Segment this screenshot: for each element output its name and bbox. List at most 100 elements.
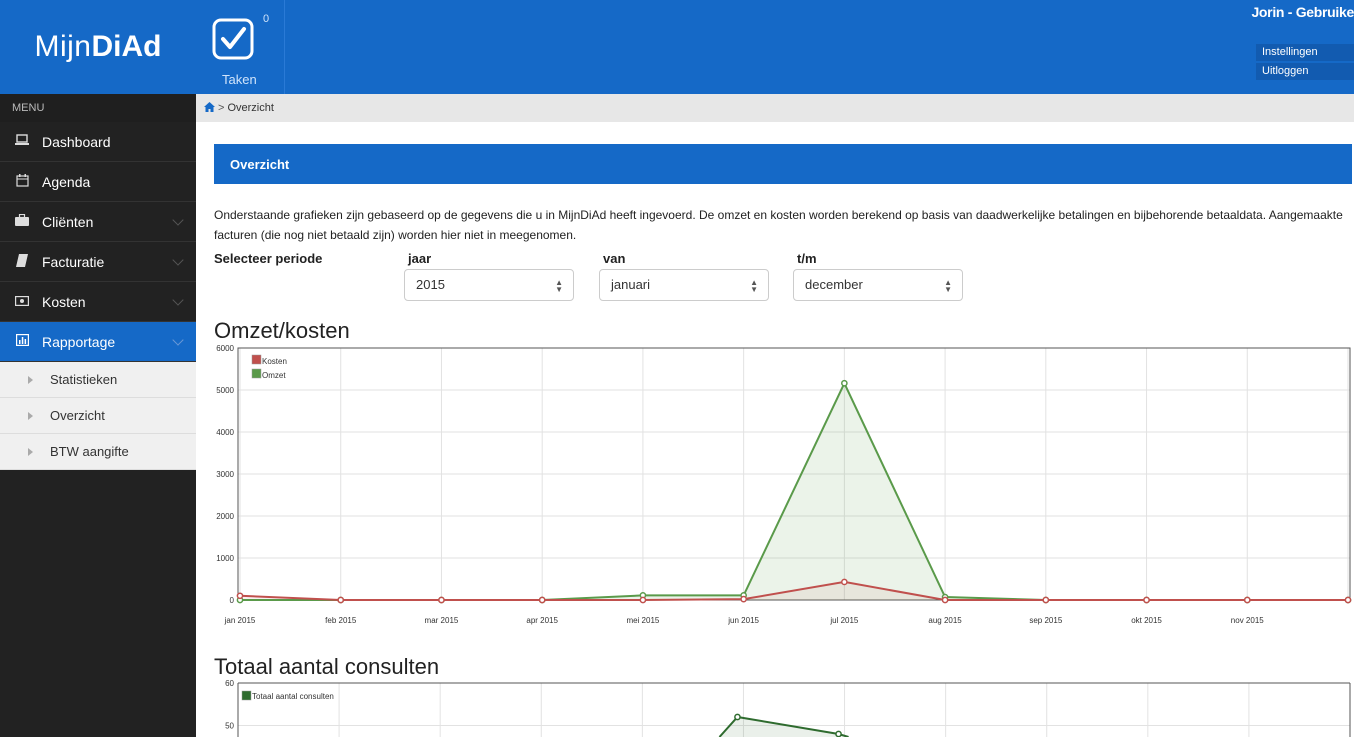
tasks-button[interactable]: 0 Taken	[212, 10, 280, 90]
submenu-item-btw-aangifte[interactable]: BTW aangifte	[0, 434, 196, 470]
select-arrows-icon: ▲ ▼	[944, 278, 952, 294]
data-point-kosten	[639, 596, 647, 604]
legend-label: Kosten	[262, 357, 287, 366]
logout-link[interactable]: Uitloggen	[1256, 63, 1354, 80]
x-tick-label: nov 2015	[1231, 616, 1264, 625]
sidebar-item-clienten[interactable]: Cliënten	[0, 202, 196, 242]
bar-chart-icon	[14, 334, 30, 349]
year-label: jaar	[408, 251, 432, 266]
x-tick-label: jan 2015	[224, 616, 256, 625]
sidebar-item-label: Agenda	[42, 173, 91, 190]
chevron-down-icon	[172, 214, 184, 226]
menu-title: MENU	[0, 94, 196, 122]
submenu-item-label: Statistieken	[50, 372, 118, 387]
caret-right-icon	[28, 412, 33, 420]
x-tick-label: mar 2015	[425, 616, 459, 625]
from-label: van	[603, 251, 626, 266]
data-point-kosten	[1042, 596, 1050, 604]
breadcrumb-current: Overzicht	[227, 102, 274, 114]
data-point-kosten	[538, 596, 546, 604]
legend-label: Omzet	[262, 371, 286, 380]
x-tick-label: jun 2015	[727, 616, 759, 625]
sidebar-item-dashboard[interactable]: Dashboard	[0, 122, 196, 162]
from-month-select[interactable]: januari ▲ ▼	[599, 269, 769, 301]
logo-part2: DiAd	[91, 30, 162, 63]
briefcase-icon	[14, 213, 30, 229]
sidebar-item-label: Kosten	[42, 293, 86, 310]
breadcrumb-separator: >	[218, 102, 225, 114]
settings-link[interactable]: Instellingen	[1256, 44, 1354, 61]
breadcrumb: > Overzicht	[196, 94, 1354, 122]
tasks-label: Taken	[222, 72, 257, 87]
y-tick-label: 6000	[216, 344, 234, 353]
x-tick-label: feb 2015	[325, 616, 357, 625]
topbar-divider	[284, 0, 285, 94]
x-tick-label: mei 2015	[626, 616, 659, 625]
data-point-kosten	[941, 596, 949, 604]
submenu-item-overzicht[interactable]: Overzicht	[0, 398, 196, 434]
to-month-select-value: december	[805, 277, 863, 292]
home-icon[interactable]	[204, 101, 215, 115]
year-select-value: 2015	[416, 277, 445, 292]
submenu-item-label: Overzicht	[50, 408, 105, 423]
panel-title: Overzicht	[214, 144, 1352, 184]
data-point-consulten	[835, 730, 842, 737]
caret-right-icon	[28, 448, 33, 456]
sidebar-item-agenda[interactable]: Agenda	[0, 162, 196, 202]
y-tick-label: 1000	[216, 554, 234, 563]
chevron-down-icon	[172, 294, 184, 306]
x-tick-label: sep 2015	[1029, 616, 1062, 625]
data-point-omzet	[841, 379, 848, 387]
caret-right-icon	[28, 376, 33, 384]
description-text: Onderstaande grafieken zijn gebaseerd op…	[214, 208, 1343, 242]
sidebar-item-label: Facturatie	[42, 253, 105, 270]
data-point-kosten	[438, 596, 445, 604]
money-icon	[14, 295, 30, 309]
y-tick-label: 2000	[216, 512, 234, 521]
x-tick-label: aug 2015	[928, 616, 962, 625]
submenu-item-statistieken[interactable]: Statistieken	[0, 362, 196, 398]
to-month-select[interactable]: december ▲ ▼	[793, 269, 963, 301]
sidebar-item-kosten[interactable]: Kosten	[0, 282, 196, 322]
period-label: Selecteer periode	[214, 251, 323, 266]
user-name[interactable]: Jorin - Gebruike	[1251, 4, 1354, 20]
legend-swatch	[241, 690, 252, 701]
data-point-kosten	[236, 592, 244, 600]
logo[interactable]: Mijn DiAd	[0, 0, 196, 94]
y-tick-label: 5000	[216, 386, 234, 395]
y-tick-label: 50	[225, 722, 234, 731]
data-point-kosten	[1243, 596, 1251, 604]
chevron-down-icon	[172, 334, 184, 346]
select-arrows-icon: ▲ ▼	[555, 278, 563, 294]
chart-title-omzet-kosten: Omzet/kosten	[214, 318, 350, 343]
sidebar-item-rapportage[interactable]: Rapportage	[0, 322, 196, 362]
checkbox-icon	[212, 18, 254, 60]
y-tick-label: 60	[225, 679, 234, 688]
sidebar-item-facturatie[interactable]: Facturatie	[0, 242, 196, 282]
calendar-icon	[14, 173, 30, 190]
data-point-kosten	[841, 578, 848, 586]
data-point-consulten	[734, 713, 741, 721]
sidebar-item-label: Rapportage	[42, 333, 116, 350]
sidebar-item-label: Cliënten	[42, 213, 94, 230]
legend-swatch	[251, 354, 262, 365]
sidebar: Mijn DiAd MENU Dashboard Agenda Cliënten …	[0, 0, 196, 737]
legend-swatch	[251, 368, 262, 379]
from-month-select-value: januari	[611, 277, 651, 292]
x-tick-label: jul 2015	[829, 616, 859, 625]
laptop-icon	[14, 134, 30, 149]
logo-part1: Mijn	[34, 30, 92, 63]
to-label: t/m	[797, 251, 817, 266]
omzet-kosten-chart: 0 1000 2000 3000 4000 5000 6000 jan 2015 feb 201…	[216, 344, 1352, 625]
x-tick-label: apr 2015	[526, 616, 558, 625]
y-tick-label: 3000	[216, 470, 234, 479]
year-select[interactable]: 2015 ▲ ▼	[404, 269, 574, 301]
data-point-kosten	[337, 596, 345, 604]
sidebar-item-label: Dashboard	[42, 133, 111, 150]
select-arrows-icon: ▲ ▼	[750, 278, 758, 294]
y-tick-label: 0	[230, 596, 235, 605]
chevron-down-icon	[172, 254, 184, 266]
data-point-kosten	[1143, 596, 1150, 604]
y-tick-label: 4000	[216, 428, 234, 437]
tasks-count-badge: 0	[263, 13, 270, 25]
